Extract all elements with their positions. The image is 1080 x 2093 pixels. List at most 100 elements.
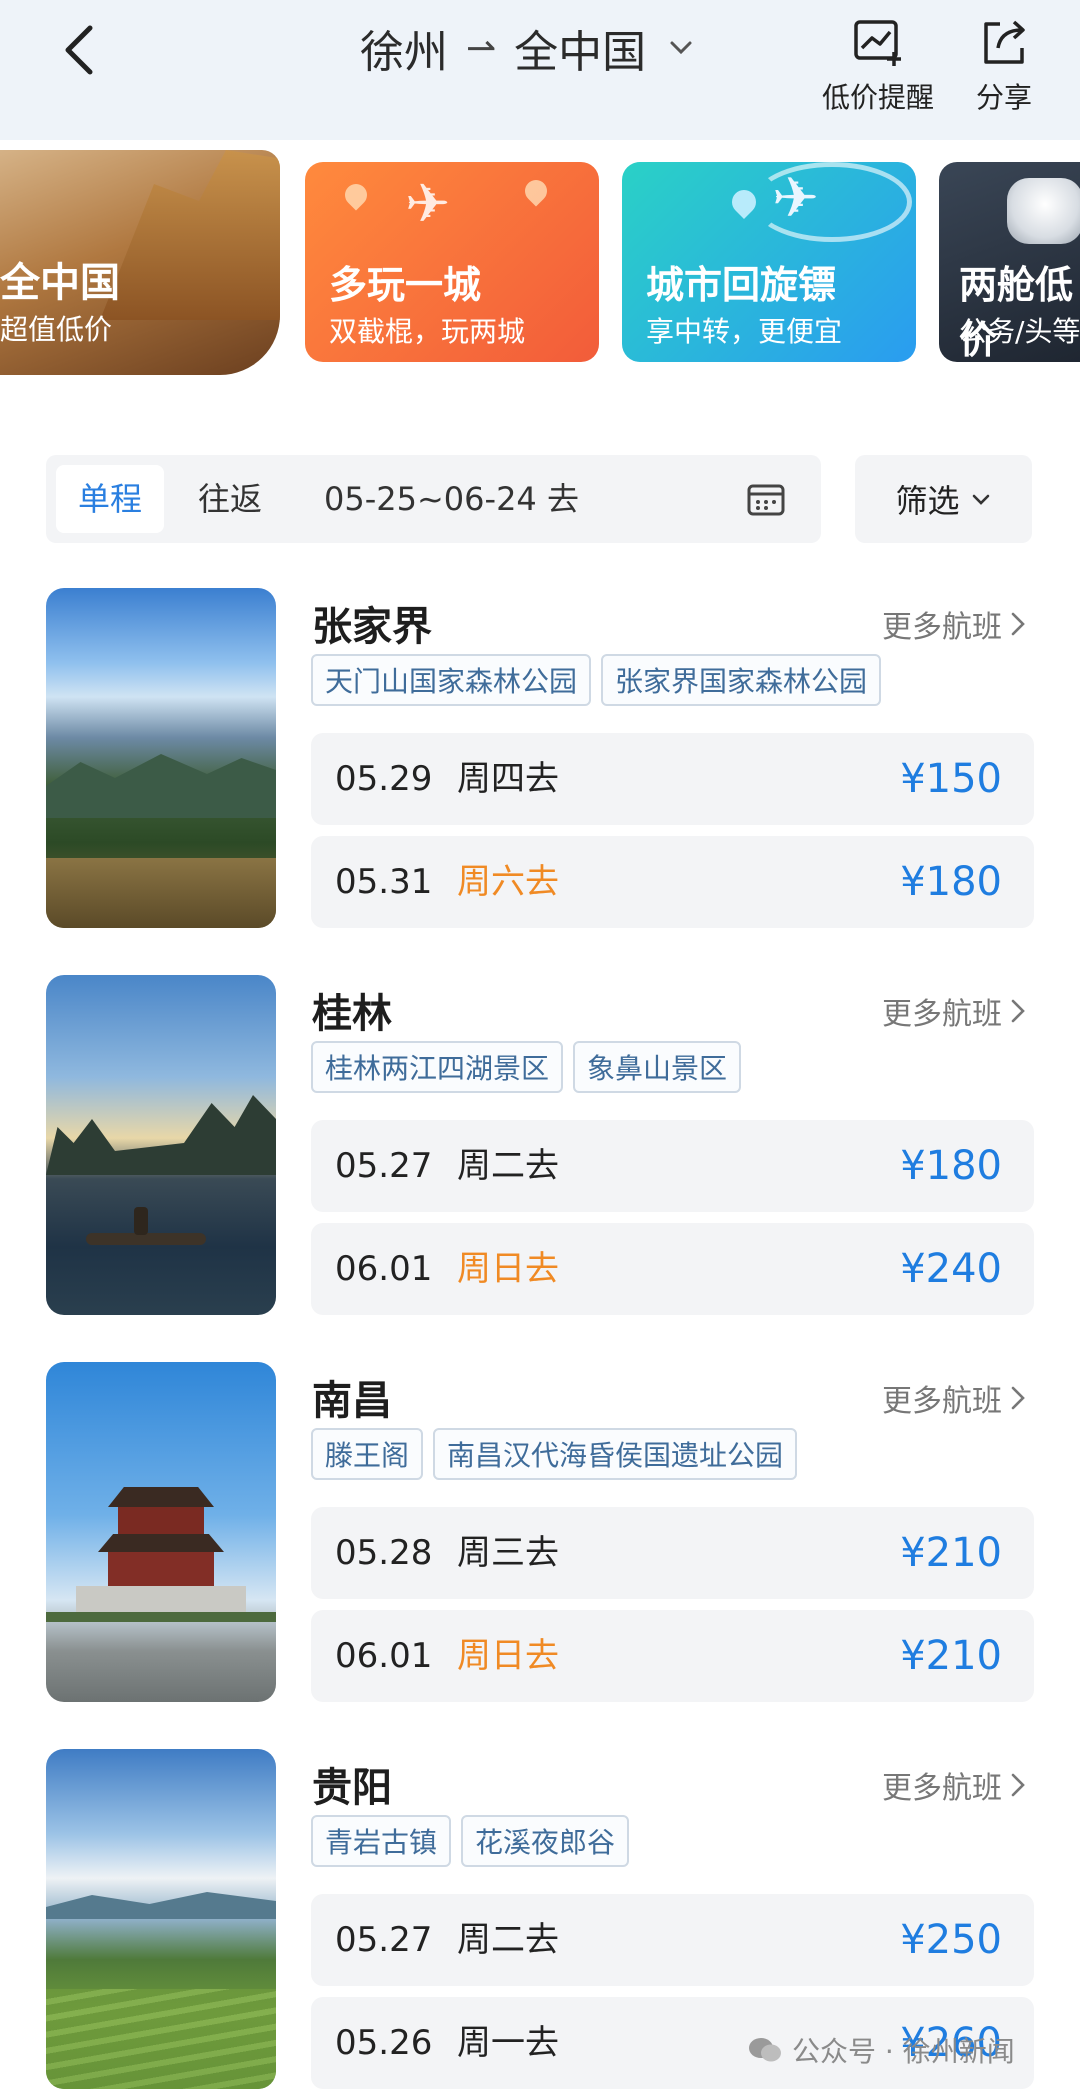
chevron-down-icon [670, 41, 692, 55]
promo-title: 城市回旋镖 [646, 263, 837, 307]
attraction-tags: 滕王阁 南昌汉代海昏侯国遗址公园 [311, 1428, 798, 1480]
tab-one-way[interactable]: 单程 [56, 465, 165, 533]
promo-subtitle: 公务/头等 [959, 315, 1080, 348]
flight-date: 05.26 [335, 2023, 433, 2063]
flight-weekday: 周二去 [457, 1920, 559, 1960]
calendar-icon[interactable] [746, 481, 786, 517]
chevron-right-icon [1011, 1773, 1025, 1797]
promo-carousel: 全中国 超值低价 ✈ 多玩一城 双截棍，玩两城 ✈ 城市回旋镖 享中转，更便宜 … [0, 150, 1080, 390]
flight-price: ¥250 [900, 1917, 1002, 1963]
destination-city: 贵阳 [312, 1765, 392, 1811]
flight-option[interactable]: 06.01 周日去 ¥240 [311, 1223, 1034, 1315]
promo-card-boomerang[interactable]: ✈ 城市回旋镖 享中转，更便宜 [622, 162, 916, 362]
chevron-right-icon [1011, 612, 1025, 636]
more-flights-label: 更多航班 [882, 997, 1002, 1032]
price-alert-label: 低价提醒 [821, 81, 934, 114]
destination-photo [46, 975, 276, 1315]
flight-date: 06.01 [335, 1636, 433, 1676]
destination-card[interactable]: 张家界 更多航班 天门山国家森林公园 张家界国家森林公园 05.29 周四去 ¥… [46, 588, 1034, 928]
wechat-icon [749, 2038, 781, 2062]
more-flights-label: 更多航班 [882, 1384, 1002, 1419]
flight-price: ¥240 [900, 1246, 1002, 1292]
date-range-selector[interactable]: 05-25~06-24 去 [324, 465, 579, 533]
flight-date: 05.27 [335, 1146, 433, 1186]
more-flights-link[interactable]: 更多航班 [882, 989, 1028, 1033]
destination-card[interactable]: 桂林 更多航班 桂林两江四湖景区 象鼻山景区 05.27 周二去 ¥180 06… [46, 975, 1034, 1315]
share-label: 分享 [975, 81, 1032, 114]
price-alert-icon [854, 20, 901, 66]
flight-date: 06.01 [335, 1249, 433, 1289]
chevron-left-icon [65, 25, 93, 75]
flight-weekday: 周六去 [457, 862, 559, 902]
share-button[interactable]: 分享 [944, 14, 1064, 116]
more-flights-label: 更多航班 [882, 610, 1002, 645]
destination-city: 南昌 [312, 1378, 392, 1424]
flight-price: ¥180 [900, 859, 1002, 905]
flight-price: ¥150 [900, 756, 1002, 802]
destination-city: 桂林 [312, 991, 392, 1037]
flight-price: ¥180 [900, 1143, 1002, 1189]
promo-subtitle: 超值低价 [0, 313, 113, 346]
flight-weekday: 周四去 [457, 759, 559, 799]
attraction-tags: 青岩古镇 花溪夜郎谷 [311, 1815, 630, 1867]
flight-option[interactable]: 05.31 周六去 ¥180 [311, 836, 1034, 928]
tab-round-trip[interactable]: 往返 [176, 465, 284, 533]
promo-card-all-china[interactable]: 全中国 超值低价 [0, 150, 280, 375]
chevron-right-icon [1011, 1386, 1025, 1410]
watermark: 公众号 · 徐州新闻 [748, 2030, 1015, 2070]
flight-weekday: 周日去 [457, 1636, 559, 1676]
more-flights-link[interactable]: 更多航班 [882, 602, 1028, 646]
top-header: 徐州 ⇀ 全中国 低价提醒 分享 [0, 0, 1080, 140]
flight-option[interactable]: 05.27 周二去 ¥180 [311, 1120, 1034, 1212]
route-arrow-icon: ⇀ [466, 27, 497, 69]
flight-option[interactable]: 05.28 周三去 ¥210 [311, 1507, 1034, 1599]
trip-filter-bar: 单程 往返 05-25~06-24 去 [46, 455, 821, 543]
destination-city: 张家界 [312, 604, 432, 650]
attraction-tags: 天门山国家森林公园 张家界国家森林公园 [311, 654, 882, 706]
flight-option[interactable]: 06.01 周日去 ¥210 [311, 1610, 1034, 1702]
flight-weekday: 周二去 [457, 1146, 559, 1186]
flight-price: ¥210 [900, 1530, 1002, 1576]
location-pin-icon [340, 179, 372, 211]
more-flights-link[interactable]: 更多航班 [882, 1376, 1028, 1420]
attraction-tag: 滕王阁 [311, 1428, 424, 1480]
attraction-tag: 南昌汉代海昏侯国遗址公园 [433, 1428, 798, 1480]
flight-option[interactable]: 05.29 周四去 ¥150 [311, 733, 1034, 825]
price-alert-button[interactable]: 低价提醒 [818, 14, 938, 116]
back-button[interactable] [50, 20, 110, 80]
chevron-down-icon [972, 494, 989, 505]
chevron-right-icon [1011, 999, 1025, 1023]
route-selector[interactable]: 徐州 ⇀ 全中国 [360, 18, 698, 78]
origin-city: 徐州 [360, 27, 448, 78]
attraction-tag: 桂林两江四湖景区 [311, 1041, 564, 1093]
flight-weekday: 周三去 [457, 1533, 559, 1573]
filter-button[interactable]: 筛选 [855, 455, 1032, 543]
flight-weekday: 周日去 [457, 1249, 559, 1289]
destination-photo [46, 1362, 276, 1702]
flight-price: ¥210 [900, 1633, 1002, 1679]
watermark-text: 公众号 · 徐州新闻 [792, 2035, 1015, 2068]
share-icon [984, 20, 1025, 64]
destination-card[interactable]: 南昌 更多航班 滕王阁 南昌汉代海昏侯国遗址公园 05.28 周三去 ¥210 … [46, 1362, 1034, 1702]
flight-option[interactable]: 05.27 周二去 ¥250 [311, 1894, 1034, 1986]
attraction-tag: 象鼻山景区 [573, 1041, 742, 1093]
attraction-tag: 天门山国家森林公园 [311, 654, 592, 706]
promo-subtitle: 双截棍，玩两城 [329, 315, 526, 348]
attraction-tag: 张家界国家森林公园 [601, 654, 882, 706]
airplane-window-icon [1007, 178, 1080, 244]
attraction-tag: 青岩古镇 [311, 1815, 452, 1867]
plane-icon: ✈ [772, 166, 819, 231]
promo-title: 全中国 [0, 260, 120, 306]
filter-label: 筛选 [895, 482, 960, 520]
more-flights-label: 更多航班 [882, 1771, 1002, 1806]
attraction-tags: 桂林两江四湖景区 象鼻山景区 [311, 1041, 742, 1093]
promo-subtitle: 享中转，更便宜 [646, 315, 843, 348]
more-flights-link[interactable]: 更多航班 [882, 1763, 1028, 1807]
flight-date: 05.27 [335, 1920, 433, 1960]
flight-weekday: 周一去 [457, 2023, 559, 2063]
promo-card-multi-city[interactable]: ✈ 多玩一城 双截棍，玩两城 [305, 162, 599, 362]
great-wall-illustration [100, 150, 280, 320]
promo-card-premium-cabin[interactable]: 两舱低价 公务/头等 [939, 162, 1080, 362]
plane-icon: ✈ [405, 172, 451, 235]
destination-photo [46, 588, 276, 928]
